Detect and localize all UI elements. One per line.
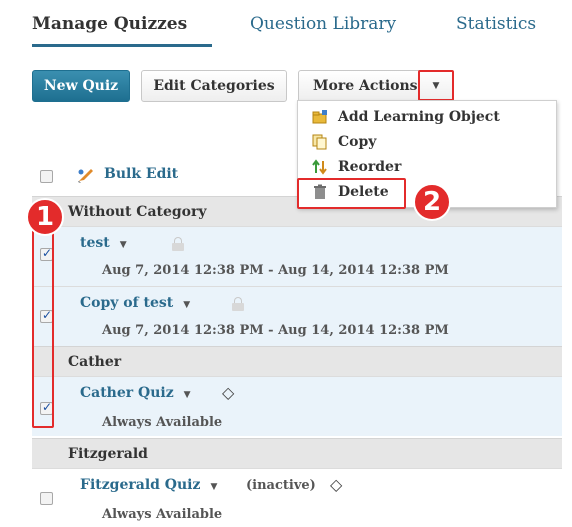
availability-icon: ◇ [222,383,235,402]
reorder-icon [312,158,328,175]
availability-dates: Aug 7, 2014 12:38 PM - Aug 14, 2014 12:3… [102,323,449,338]
quiz-row: Cather Quiz ▼ ◇ Always Available [32,376,562,436]
availability-dates: Aug 7, 2014 12:38 PM - Aug 14, 2014 12:3… [102,263,449,278]
chevron-down-icon[interactable]: ▼ [120,240,127,250]
quizzes-page: Manage Quizzes Question Library Statisti… [10,0,562,527]
active-tab-indicator [32,44,212,47]
inactive-status: (inactive) [246,478,316,493]
availability-text: Always Available [102,415,223,430]
bulk-edit-link[interactable]: Bulk Edit [104,166,178,182]
menu-item-copy[interactable]: Copy [298,129,556,154]
quiz-name: Cather Quiz [80,385,174,401]
quiz-link-copy-of-test[interactable]: Copy of test ▼ [80,295,190,311]
section-title: Cather [68,353,122,370]
chevron-down-icon[interactable]: ▼ [210,482,217,492]
tab-manage-quizzes[interactable]: Manage Quizzes [32,14,187,34]
quiz-link-fitzgerald-quiz[interactable]: Fitzgerald Quiz ▼ [80,477,217,493]
pencil-icon [76,166,96,188]
quiz-name: test [80,235,110,251]
chevron-down-icon[interactable]: ▼ [184,390,191,400]
tab-statistics[interactable]: Statistics [456,14,536,34]
quiz-link-test[interactable]: test ▼ [80,235,127,251]
menu-item-add-learning-object[interactable]: Add Learning Object [298,104,556,129]
section-header-cather: Cather [32,346,562,376]
chevron-down-icon: ▼ [432,80,440,91]
menu-item-label: Reorder [338,158,402,175]
delete-highlight [297,178,406,209]
section-header-fitzgerald: Fitzgerald [32,438,562,468]
edit-categories-button[interactable]: Edit Categories [141,70,287,102]
quiz-checkbox-fitzgerald-quiz[interactable] [40,492,53,505]
menu-item-label: Copy [338,133,377,150]
more-actions-label: More Actions [313,78,418,94]
callout-badge-1: 1 [26,198,64,236]
section-title: Fitzgerald [68,445,148,462]
folder-add-icon [312,109,328,125]
edit-categories-label: Edit Categories [153,78,275,94]
tab-question-library[interactable]: Question Library [250,14,396,34]
menu-item-reorder[interactable]: Reorder [298,154,556,179]
callout-badge-2: 2 [413,183,451,221]
quiz-link-cather-quiz[interactable]: Cather Quiz ▼ [80,385,191,401]
lock-icon [232,297,244,311]
menu-item-label: Add Learning Object [338,108,500,125]
more-actions-dropdown-toggle[interactable]: ▼ [418,70,454,101]
lock-icon [172,237,184,251]
availability-text: Always Available [102,507,223,522]
new-quiz-button[interactable]: New Quiz [32,70,130,102]
section-title: Without Category [68,203,207,220]
copy-icon [312,134,328,150]
quiz-row: Fitzgerald Quiz ▼ (inactive) ◇ Always Ava… [32,468,562,527]
select-all-checkbox[interactable] [40,170,53,183]
checkbox-column-highlight [32,226,54,428]
tab-bar: Manage Quizzes Question Library Statisti… [10,0,562,55]
availability-icon: ◇ [330,475,343,494]
quiz-row: test ▼ Aug 7, 2014 12:38 PM - Aug 14, 201… [32,226,562,286]
quiz-row: Copy of test ▼ Aug 7, 2014 12:38 PM - Aug… [32,286,562,346]
quiz-name: Fitzgerald Quiz [80,477,201,493]
new-quiz-label: New Quiz [43,78,119,94]
quiz-name: Copy of test [80,295,174,311]
chevron-down-icon[interactable]: ▼ [183,300,190,310]
